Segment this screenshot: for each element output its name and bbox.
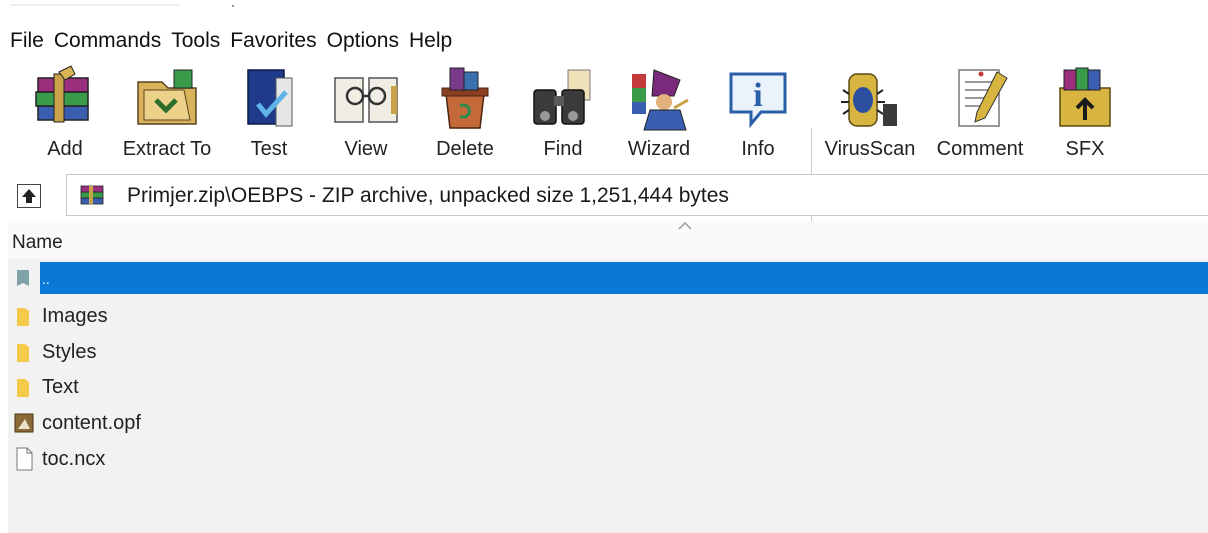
title-strip-dot	[232, 5, 234, 7]
name-column-label: Name	[12, 232, 63, 253]
sort-ascending-icon	[678, 221, 692, 230]
sfx-icon	[1059, 67, 1111, 127]
list-item-name: Images	[42, 305, 108, 327]
view-label: View	[344, 138, 388, 160]
virus-scan-icon	[841, 73, 897, 127]
list-item-name: toc.ncx	[42, 448, 106, 470]
parent-folder-icon	[17, 270, 29, 286]
extract-to-button[interactable]: Extract To	[117, 60, 217, 170]
list-item-name: Text	[42, 376, 79, 398]
virus-scan-label: VirusScan	[824, 138, 916, 160]
comment-icon	[958, 69, 1008, 127]
info-button[interactable]: i Info	[708, 60, 808, 170]
menu-options[interactable]: Options	[327, 29, 399, 53]
title-strip	[0, 0, 1208, 22]
zip-archive-icon	[80, 185, 104, 205]
extract-to-icon	[137, 69, 197, 125]
opf-file-icon	[14, 413, 34, 433]
menu-tools[interactable]: Tools	[171, 29, 220, 53]
wizard-icon	[632, 69, 689, 131]
wizard-label: Wizard	[627, 138, 691, 160]
view-button[interactable]: View	[316, 60, 416, 170]
toolbar: Add Extract To Test View Delete Find Wiz…	[0, 60, 1208, 226]
archive-info: .zip\OEBPS - ZIP archive, unpacked size …	[192, 184, 729, 207]
address-row: Primjer.zip\OEBPS - ZIP archive, unpacke…	[0, 174, 1208, 218]
add-archive-icon	[35, 65, 89, 123]
info-icon: i	[729, 72, 787, 129]
list-item-images[interactable]: Images	[8, 299, 1208, 333]
folder-icon	[17, 379, 29, 397]
delete-icon	[441, 67, 489, 129]
menu-bar: File Commands Tools Favorites Options He…	[0, 26, 462, 56]
test-label: Test	[250, 138, 288, 160]
list-item-content-opf[interactable]: content.opf	[8, 406, 1208, 440]
selection-highlight	[40, 262, 1208, 294]
archive-name: Primjer	[127, 184, 193, 207]
file-list: Name .. Images Styles Text content.opf t…	[8, 221, 1208, 533]
wizard-button[interactable]: Wizard	[609, 60, 709, 170]
sfx-button[interactable]: SFX	[1035, 60, 1135, 170]
add-button[interactable]: Add	[15, 60, 115, 170]
menu-commands[interactable]: Commands	[54, 29, 161, 53]
title-strip-line	[10, 4, 180, 6]
folder-icon	[17, 344, 29, 362]
info-label: Info	[741, 138, 775, 160]
find-binoculars-icon	[533, 69, 591, 125]
archive-path: Primjer.zip\OEBPS - ZIP archive, unpacke…	[127, 184, 729, 208]
delete-button[interactable]: Delete	[415, 60, 515, 170]
file-icon	[16, 447, 33, 471]
list-item-styles[interactable]: Styles	[8, 335, 1208, 369]
sfx-label: SFX	[1065, 138, 1105, 160]
menu-favorites[interactable]: Favorites	[230, 29, 316, 53]
add-label: Add	[47, 138, 83, 160]
menu-file[interactable]: File	[10, 29, 44, 53]
menu-help[interactable]: Help	[409, 29, 452, 53]
find-label: Find	[543, 138, 583, 160]
virus-scan-button[interactable]: VirusScan	[820, 60, 920, 170]
list-item-name: ..	[42, 271, 50, 287]
find-button[interactable]: Find	[513, 60, 613, 170]
up-one-level-button[interactable]	[17, 184, 41, 208]
list-item-toc-ncx[interactable]: toc.ncx	[8, 442, 1208, 476]
test-archive-icon	[247, 69, 293, 127]
test-button[interactable]: Test	[219, 60, 319, 170]
comment-button[interactable]: Comment	[930, 60, 1030, 170]
delete-label: Delete	[436, 138, 494, 160]
view-glasses-icon	[334, 77, 398, 123]
address-bar[interactable]: Primjer.zip\OEBPS - ZIP archive, unpacke…	[66, 174, 1208, 216]
name-column-header[interactable]: Name	[8, 221, 1208, 259]
list-item-parent[interactable]: ..	[8, 261, 1208, 295]
list-item-text[interactable]: Text	[8, 370, 1208, 404]
list-item-name: Styles	[42, 341, 97, 363]
folder-icon	[17, 308, 29, 326]
comment-label: Comment	[936, 138, 1024, 160]
extract-to-label: Extract To	[122, 138, 212, 160]
up-arrow-icon	[22, 189, 36, 203]
svg-text:i: i	[753, 77, 762, 114]
list-item-name: content.opf	[42, 412, 141, 434]
